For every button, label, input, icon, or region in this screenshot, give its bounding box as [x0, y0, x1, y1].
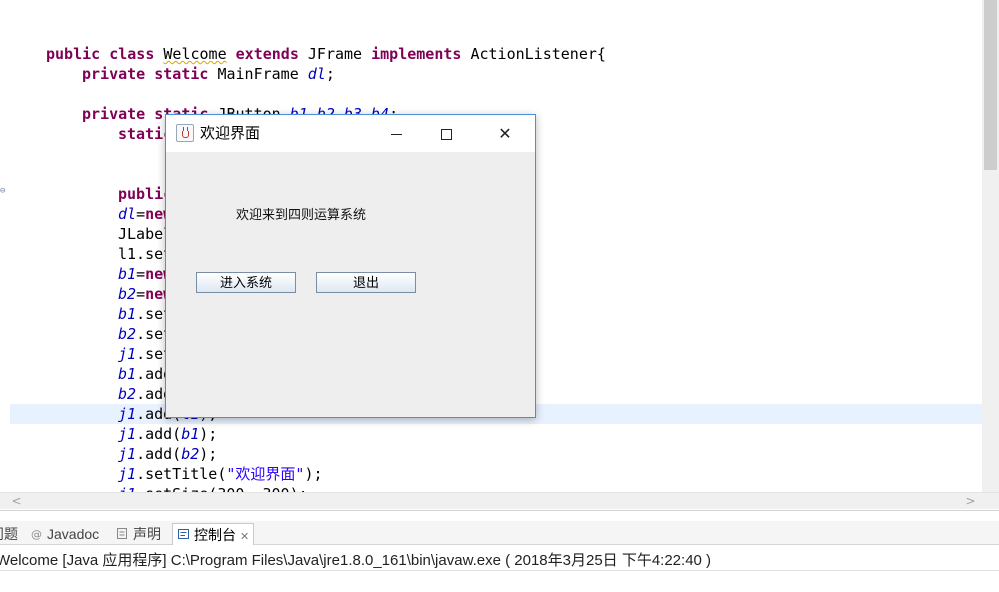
code-token: .add(: [136, 425, 182, 443]
code-token: b1: [181, 425, 200, 443]
java-app-icon: [176, 124, 194, 142]
code-token: dl: [118, 205, 137, 223]
code-line: public class Welcome extends JFrame impl…: [46, 44, 606, 64]
code-token: b1: [118, 265, 137, 283]
maximize-icon: [440, 129, 452, 140]
editor-gutter: [0, 0, 10, 510]
minimize-button[interactable]: [373, 115, 419, 152]
tab-console[interactable]: 控制台 ✕: [172, 523, 255, 545]
code-token: extends: [226, 45, 308, 63]
code-token: =: [136, 265, 146, 283]
panel-divider: [0, 570, 999, 571]
code-fragment-top: ': [26, 0, 34, 8]
declaration-icon: [116, 524, 130, 539]
code-token: b2: [118, 325, 137, 343]
code-token: public class: [46, 45, 164, 63]
javadoc-icon: @: [30, 524, 44, 541]
code-token: b2: [118, 285, 137, 303]
code-token: j1: [118, 465, 137, 483]
code-token: implements: [371, 45, 471, 63]
code-token: b1: [118, 365, 137, 383]
code-token: b2: [181, 445, 200, 463]
window-titlebar[interactable]: 欢迎界面 ✕: [166, 115, 535, 152]
tab-javadoc-label: Javadoc: [47, 526, 100, 542]
welcome-window[interactable]: 欢迎界面 ✕ 欢迎来到四则运算系统 进入系统 退出: [165, 114, 536, 418]
enter-system-button[interactable]: 进入系统: [196, 272, 296, 293]
vertical-scrollbar-thumb[interactable]: [984, 0, 997, 170]
code-token: ActionListener{: [470, 45, 606, 63]
maximize-button[interactable]: [423, 115, 469, 152]
code-token: j1: [118, 345, 137, 363]
minimize-icon: [390, 134, 402, 135]
code-line: j1.add(b1);: [118, 424, 217, 444]
code-line: j1.setTitle("欢迎界面");: [118, 464, 323, 484]
code-token: MainFrame: [217, 65, 308, 83]
panel-tab-bar: 问题 @ Javadoc 声明 控制台 ✕: [0, 521, 999, 545]
code-token: "欢迎界面": [226, 465, 305, 483]
code-token: .setTitle(: [136, 465, 227, 483]
code-line: j1.add(b2);: [118, 444, 217, 464]
code-token: dl: [307, 65, 326, 83]
code-token: =: [136, 285, 146, 303]
code-token: ;: [325, 65, 335, 83]
svg-text:@: @: [31, 528, 42, 540]
code-token: j1: [118, 405, 137, 423]
fold-toggle-icon[interactable]: ⊖: [0, 186, 8, 196]
java-cup-shape: [182, 131, 189, 138]
tab-console-label: 控制台: [194, 527, 236, 543]
code-token: Welcome: [163, 45, 227, 63]
code-token: j1: [118, 445, 137, 463]
code-token: JFrame: [307, 45, 372, 63]
console-status-line: Welcome [Java 应用程序] C:\Program Files\Jav…: [0, 552, 712, 569]
close-icon[interactable]: ✕: [240, 531, 249, 543]
code-token: =: [136, 205, 146, 223]
console-panel: 问题 @ Javadoc 声明 控制台 ✕ Welcome [Java 应用程序]…: [0, 510, 999, 592]
horizontal-scrollbar[interactable]: < >: [0, 492, 999, 509]
code-token: b1: [118, 305, 137, 323]
code-token: j1: [118, 425, 137, 443]
code-token: );: [199, 445, 218, 463]
vertical-scrollbar[interactable]: [982, 0, 999, 492]
scroll-right-icon[interactable]: >: [962, 493, 979, 510]
code-line: private static MainFrame dl;: [82, 64, 335, 84]
code-token: );: [199, 425, 218, 443]
welcome-label: 欢迎来到四则运算系统: [236, 207, 367, 222]
tab-declaration[interactable]: 声明: [116, 523, 161, 545]
code-token: b2: [118, 385, 137, 403]
tab-declaration-label: 声明: [133, 526, 161, 542]
console-icon: [177, 525, 191, 539]
exit-button[interactable]: 退出: [316, 272, 416, 293]
window-title: 欢迎界面: [200, 125, 261, 142]
tab-javadoc[interactable]: @ Javadoc: [30, 523, 99, 545]
tab-problems-label: 问题: [0, 526, 18, 542]
window-close-icon: ✕: [498, 124, 512, 143]
code-token: );: [304, 465, 323, 483]
scroll-left-icon[interactable]: <: [8, 493, 25, 510]
window-close-button[interactable]: ✕: [482, 115, 528, 152]
code-token: private static: [82, 65, 218, 83]
code-token: .add(: [136, 445, 182, 463]
tab-problems[interactable]: 问题: [0, 523, 18, 545]
